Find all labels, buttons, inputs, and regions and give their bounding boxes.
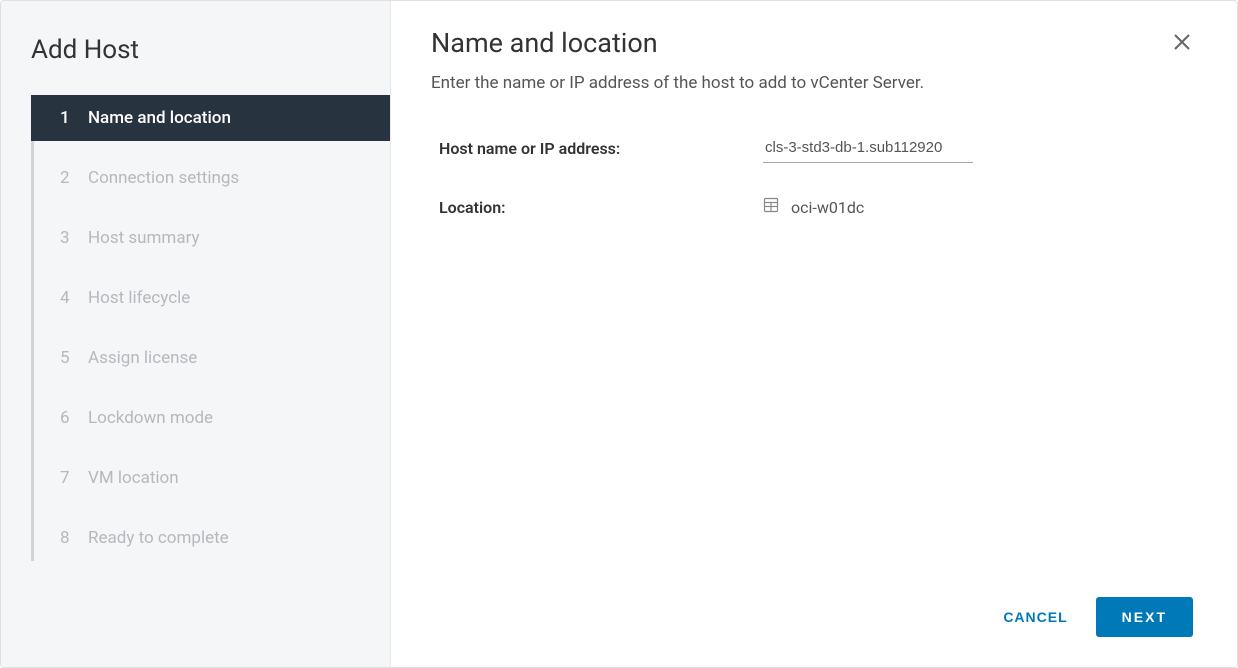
step-label: Lockdown mode [88, 408, 213, 428]
step-vm-location[interactable]: 7 VM location [34, 455, 390, 501]
datacenter-icon [763, 197, 779, 217]
step-ready-to-complete[interactable]: 8 Ready to complete [34, 515, 390, 561]
page-title: Name and location [431, 27, 658, 59]
next-button[interactable]: NEXT [1096, 597, 1193, 637]
location-row: Location: oci-w01dc [431, 197, 1197, 217]
wizard-steps: 1 Name and location 2 Connection setting… [31, 95, 390, 561]
step-number: 3 [60, 228, 78, 248]
step-assign-license[interactable]: 5 Assign license [34, 335, 390, 381]
host-name-row: Host name or IP address: [431, 133, 1197, 163]
add-host-wizard: Add Host 1 Name and location 2 Connectio… [0, 0, 1238, 668]
step-label: Host lifecycle [88, 288, 190, 308]
step-label: Ready to complete [88, 528, 229, 548]
wizard-title: Add Host [1, 25, 390, 95]
location-value-container: oci-w01dc [763, 197, 864, 217]
step-number: 4 [60, 288, 78, 308]
step-name-and-location[interactable]: 1 Name and location [31, 95, 390, 141]
step-number: 2 [60, 168, 78, 188]
wizard-main: Name and location Enter the name or IP a… [391, 1, 1237, 667]
step-number: 8 [60, 528, 78, 548]
main-header: Name and location [431, 27, 1197, 73]
step-label: Assign license [88, 348, 197, 368]
step-host-summary[interactable]: 3 Host summary [34, 215, 390, 261]
host-name-label: Host name or IP address: [439, 139, 763, 158]
step-number: 7 [60, 468, 78, 488]
wizard-footer: CANCEL NEXT [431, 577, 1197, 667]
step-lockdown-mode[interactable]: 6 Lockdown mode [34, 395, 390, 441]
host-name-input[interactable] [763, 133, 973, 163]
location-value: oci-w01dc [791, 198, 864, 217]
location-label: Location: [439, 198, 763, 217]
wizard-sidebar: Add Host 1 Name and location 2 Connectio… [1, 1, 391, 667]
step-connection-settings[interactable]: 2 Connection settings [34, 155, 390, 201]
step-number: 6 [60, 408, 78, 428]
step-label: Name and location [88, 108, 231, 128]
step-number: 5 [60, 348, 78, 368]
close-icon[interactable] [1167, 27, 1197, 60]
step-number: 1 [60, 108, 78, 128]
step-label: Connection settings [88, 168, 239, 188]
page-description: Enter the name or IP address of the host… [431, 73, 1197, 93]
step-label: Host summary [88, 228, 200, 248]
step-host-lifecycle[interactable]: 4 Host lifecycle [34, 275, 390, 321]
cancel-button[interactable]: CANCEL [997, 599, 1073, 635]
step-label: VM location [88, 468, 179, 488]
